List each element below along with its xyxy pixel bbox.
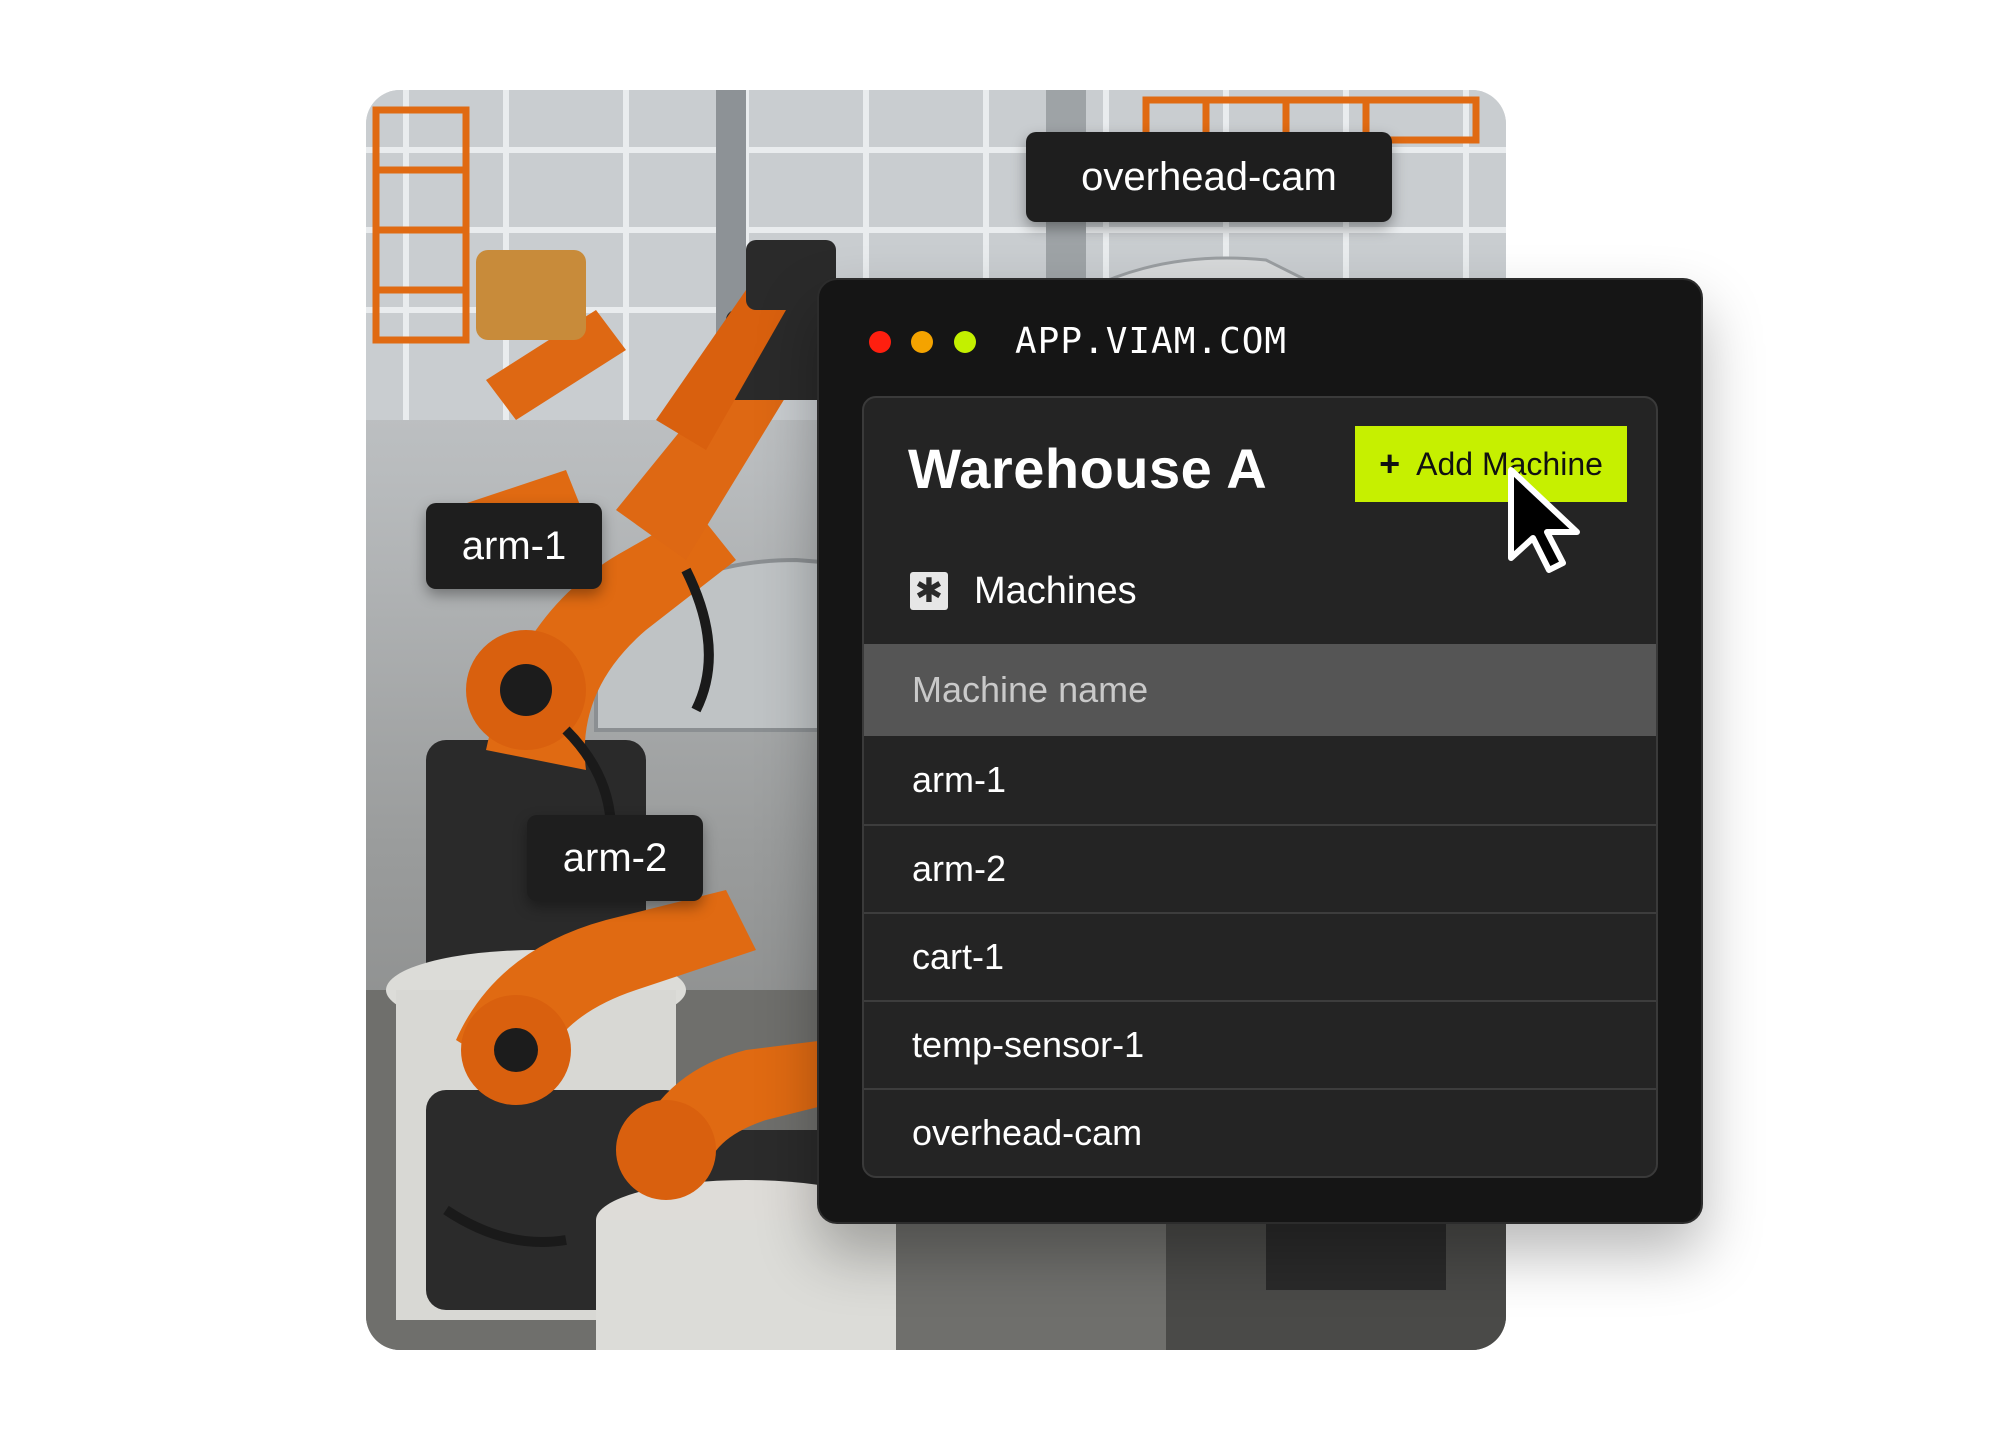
table-body: arm-1 arm-2 cart-1 temp-sensor-1 overhea… [864, 736, 1656, 1176]
page-title: Warehouse A [908, 437, 1268, 500]
table-row[interactable]: cart-1 [864, 912, 1656, 1000]
table-row[interactable]: arm-2 [864, 824, 1656, 912]
table-row[interactable]: arm-1 [864, 736, 1656, 824]
table-row[interactable]: temp-sensor-1 [864, 1000, 1656, 1088]
machines-table: Machine name arm-1 arm-2 cart-1 temp-sen… [864, 644, 1656, 1176]
asterisk-icon: ✱ [910, 572, 948, 610]
machines-section-label: Machines [974, 569, 1137, 612]
app-window: APP.VIAM.COM Warehouse A + Add Machine ✱… [817, 278, 1703, 1224]
arm-1-tag: arm-1 [426, 503, 602, 589]
maximize-window-dot[interactable] [954, 331, 976, 353]
table-row[interactable]: overhead-cam [864, 1088, 1656, 1176]
arm-2-tag: arm-2 [527, 815, 703, 901]
mouse-cursor-icon [1508, 467, 1580, 573]
minimize-window-dot[interactable] [911, 331, 933, 353]
plus-icon: + [1379, 443, 1401, 484]
overhead-cam-tag: overhead-cam [1026, 132, 1392, 222]
add-machine-button[interactable]: + Add Machine [1355, 426, 1627, 502]
window-titlebar: APP.VIAM.COM [819, 280, 1701, 400]
close-window-dot[interactable] [869, 331, 891, 353]
machines-section-header: ✱ Machines [910, 561, 1137, 621]
table-header-machine-name: Machine name [864, 644, 1656, 736]
window-url: APP.VIAM.COM [1015, 321, 1288, 362]
